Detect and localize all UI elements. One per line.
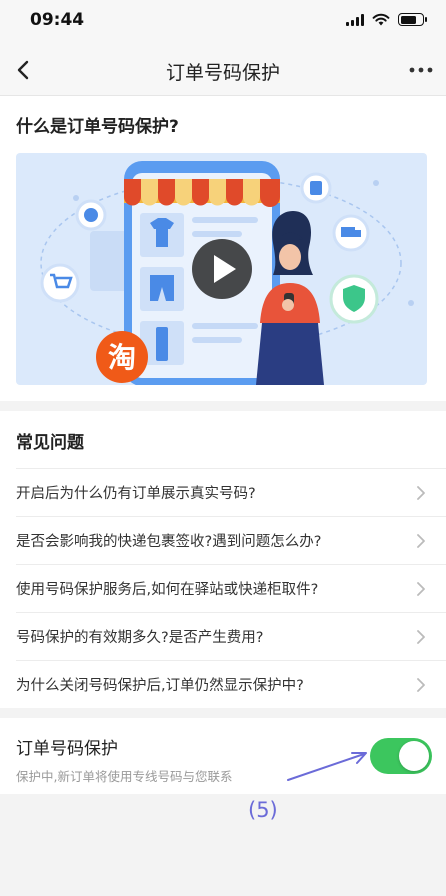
intro-video[interactable]: 淘 bbox=[16, 153, 427, 385]
faq-item-label: 为什么关闭号码保护后,订单仍然显示保护中? bbox=[16, 678, 304, 694]
protection-setting: 订单号码保护 保护中,新订单将使用专线号码与您联系 bbox=[0, 718, 446, 794]
faq-item[interactable]: 为什么关闭号码保护后,订单仍然显示保护中? bbox=[16, 660, 446, 708]
annotation-arrow bbox=[287, 752, 367, 781]
video-illustration: 淘 bbox=[40, 161, 414, 385]
setting-description: 保护中,新订单将使用专线号码与您联系 bbox=[16, 769, 233, 784]
faq-item-label: 号码保护的有效期多久?是否产生费用? bbox=[16, 630, 264, 646]
faq-item-label: 使用号码保护服务后,如何在驿站或快递柜取件? bbox=[16, 582, 319, 598]
faq-item[interactable]: 使用号码保护服务后,如何在驿站或快递柜取件? bbox=[16, 564, 446, 612]
status-time: 09:44 bbox=[30, 10, 85, 30]
chevron-right-icon bbox=[417, 581, 425, 596]
annotation-label: (5) bbox=[248, 798, 278, 822]
toggle-knob bbox=[399, 741, 429, 771]
signal-icon bbox=[346, 13, 364, 26]
faq-item-label: 是否会影响我的快递包裹签收?遇到问题怎么办? bbox=[16, 534, 322, 550]
faq-item[interactable]: 是否会影响我的快递包裹签收?遇到问题怎么办? bbox=[16, 516, 446, 564]
nav-bar: 订单号码保护 bbox=[0, 44, 446, 96]
intro-title: 什么是订单号码保护? bbox=[16, 117, 179, 137]
faq-heading: 常见问题 bbox=[16, 433, 84, 453]
setting-title: 订单号码保护 bbox=[16, 739, 118, 759]
faq-section: 常见问题 开启后为什么仍有订单展示真实号码? 是否会影响我的快递包裹签收?遇到问… bbox=[0, 411, 446, 708]
protection-toggle[interactable] bbox=[370, 738, 432, 774]
chevron-right-icon bbox=[417, 485, 425, 500]
more-icon[interactable] bbox=[408, 58, 434, 82]
intro-section: 什么是订单号码保护? 淘 bbox=[0, 96, 446, 401]
chevron-right-icon bbox=[417, 533, 425, 548]
page-title: 订单号码保护 bbox=[165, 62, 280, 84]
chevron-right-icon bbox=[417, 677, 425, 692]
taobao-logo: 淘 bbox=[108, 341, 136, 374]
faq-item-label: 开启后为什么仍有订单展示真实号码? bbox=[16, 486, 256, 502]
chevron-right-icon bbox=[417, 629, 425, 644]
status-bar: 09:44 bbox=[0, 0, 446, 44]
faq-item[interactable]: 号码保护的有效期多久?是否产生费用? bbox=[16, 612, 446, 660]
battery-icon bbox=[398, 13, 427, 26]
status-icons bbox=[346, 13, 427, 26]
wifi-icon bbox=[372, 13, 390, 26]
faq-item[interactable]: 开启后为什么仍有订单展示真实号码? bbox=[16, 468, 446, 516]
